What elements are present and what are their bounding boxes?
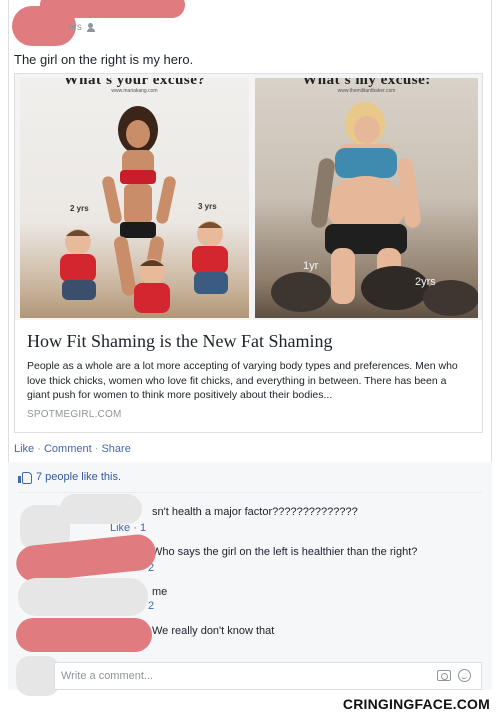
redacted-avatar <box>12 6 76 46</box>
action-separator: · <box>37 443 41 455</box>
divider <box>18 492 482 493</box>
post-status-text: The girl on the right is my hero. <box>14 52 194 67</box>
link-body: How Fit Shaming is the New Fat Shaming P… <box>15 320 482 420</box>
comment-input[interactable] <box>61 668 411 684</box>
camera-icon[interactable] <box>437 670 451 681</box>
like-button[interactable]: Like <box>14 443 34 455</box>
comment-text-1: sn't health a major factor?????????????? <box>152 506 358 518</box>
photo-right-label-1: 1yr <box>303 260 319 272</box>
link-source: SPOTMEGIRL.COM <box>27 408 122 420</box>
friends-icon[interactable] <box>86 23 98 32</box>
post-actions: Like · Comment · Share <box>14 443 131 455</box>
comment-text-2: Who says the girl on the left is healthi… <box>152 546 418 558</box>
redacted-commenter-1-name <box>60 494 142 524</box>
redacted-commenter-3 <box>18 578 148 616</box>
thumbs-up-icon <box>18 471 32 484</box>
link-title[interactable]: How Fit Shaming is the New Fat Shaming <box>27 330 472 352</box>
photo-right-label-2: 2yrs <box>415 276 436 288</box>
comment-composer[interactable] <box>54 662 482 690</box>
watermark: CRINGINGFACE.COM <box>342 696 490 712</box>
post-timestamp[interactable]: hrs <box>68 22 82 33</box>
photo-right-figures <box>271 102 478 316</box>
likes-summary[interactable]: 7 people like this. <box>8 462 492 492</box>
post-meta: hrs <box>68 22 98 33</box>
photo-left-label-1: 2 yrs <box>70 204 89 213</box>
redacted-commenter-4 <box>16 618 152 652</box>
preview-photo-right: What's my excuse: www.themilitantbaker.c… <box>255 78 478 318</box>
likes-count-text[interactable]: 7 people like this. <box>36 471 121 483</box>
share-button[interactable]: Share <box>101 443 130 455</box>
comment-button[interactable]: Comment <box>44 443 92 455</box>
link-preview-image[interactable]: What's your excuse? www.mariakang.com 2 … <box>15 74 482 320</box>
photo-left-label-2: 3 yrs <box>198 202 217 211</box>
comment-meta-3[interactable]: 2 <box>148 600 154 612</box>
action-separator: · <box>94 443 99 455</box>
smile-icon[interactable] <box>458 669 471 682</box>
shared-link-card[interactable]: What's your excuse? www.mariakang.com 2 … <box>14 73 483 433</box>
preview-photo-left: What's your excuse? www.mariakang.com 2 … <box>20 78 249 318</box>
photo-left-figures <box>60 106 228 313</box>
comment-text-3: me <box>152 586 168 598</box>
link-description: People as a whole are a lot more accepti… <box>27 360 458 401</box>
comment-text-4: We really don't know that <box>152 625 275 637</box>
